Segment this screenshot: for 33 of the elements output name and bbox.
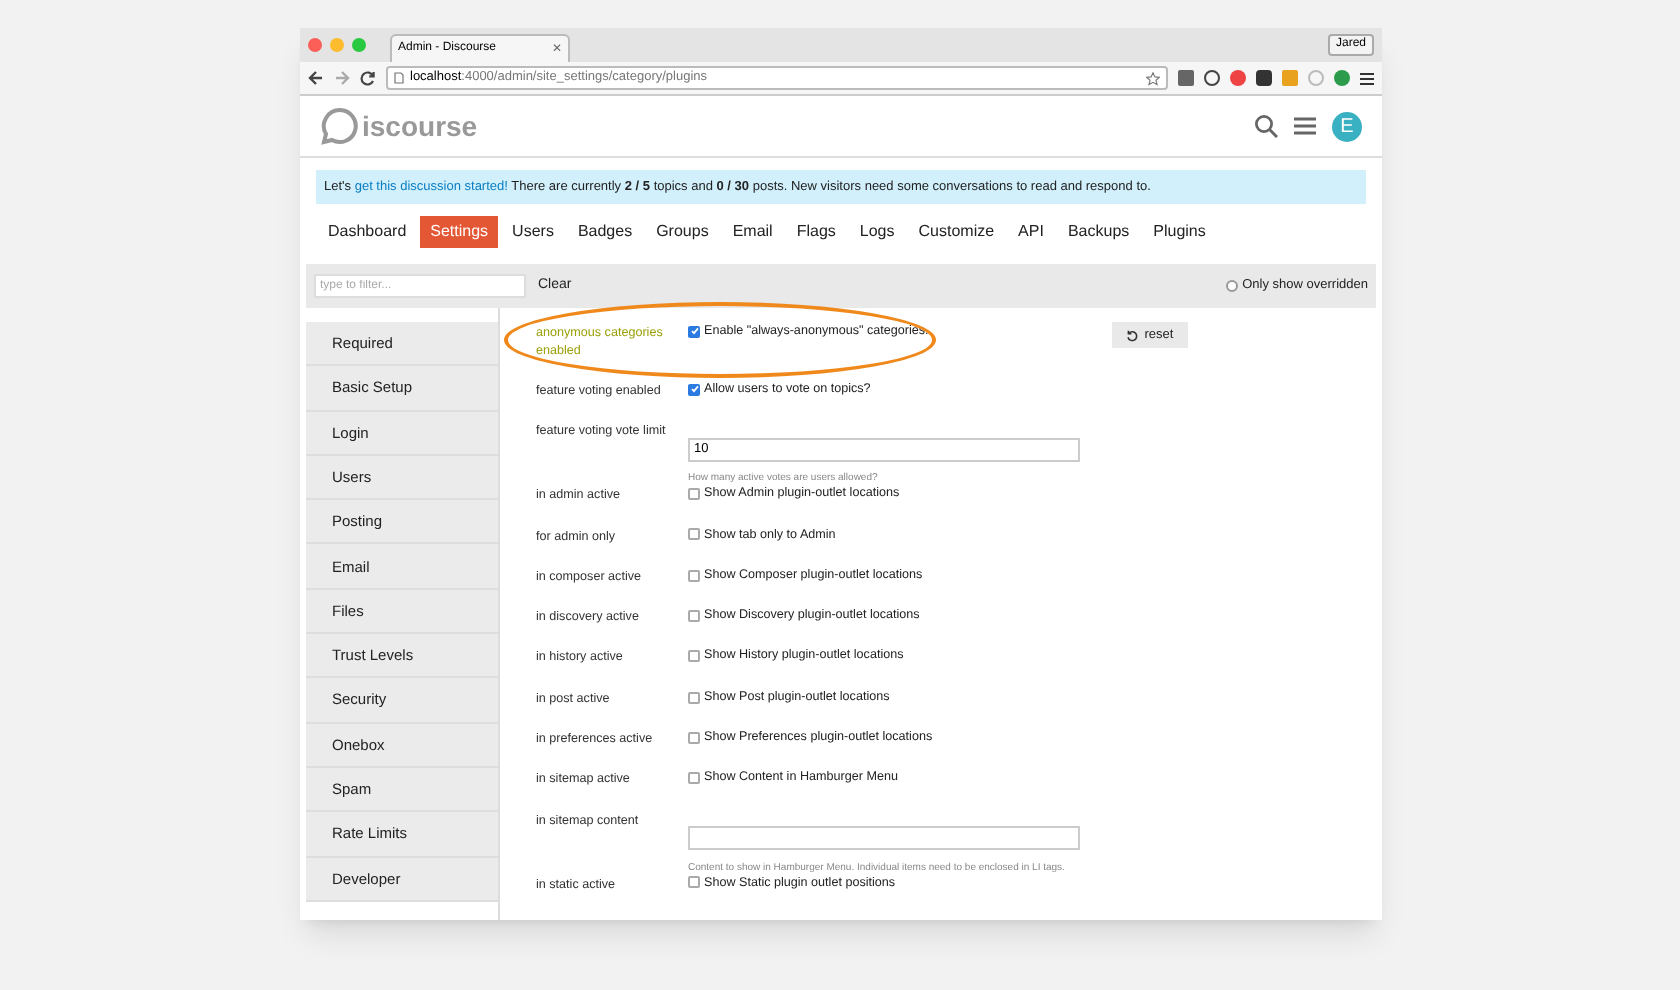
nav-tab[interactable]: Groups — [646, 216, 719, 248]
forward-icon[interactable] — [334, 70, 350, 86]
nav-tab[interactable]: Badges — [567, 216, 643, 248]
nav-tab[interactable]: Logs — [849, 216, 905, 248]
page-icon — [394, 72, 404, 84]
checkbox[interactable] — [688, 876, 700, 889]
nav-tab[interactable]: API — [1008, 216, 1054, 248]
checkbox[interactable] — [688, 731, 700, 744]
nav-tab[interactable]: Backups — [1057, 216, 1140, 248]
checkbox[interactable] — [688, 772, 700, 785]
search-icon[interactable] — [1254, 114, 1278, 138]
nav-tab[interactable]: Plugins — [1143, 216, 1216, 248]
nav-tab[interactable]: Customize — [908, 216, 1005, 248]
menu-icon[interactable] — [1360, 71, 1374, 85]
menu-icon[interactable] — [1294, 116, 1316, 136]
checkbox[interactable] — [688, 569, 700, 582]
checkbox[interactable] — [688, 609, 700, 622]
text-field[interactable] — [688, 826, 1080, 851]
checkbox[interactable] — [1226, 280, 1239, 292]
star-icon[interactable] — [1146, 71, 1160, 85]
back-icon[interactable] — [308, 70, 324, 86]
nav-tab[interactable]: Flags — [786, 216, 846, 248]
nav-tab[interactable]: Email — [722, 216, 783, 248]
checkbox[interactable] — [688, 528, 700, 541]
nav-tab[interactable]: Dashboard — [318, 216, 417, 248]
checkbox[interactable] — [688, 691, 700, 703]
nav-tab[interactable]: Users — [502, 216, 564, 248]
logo-icon[interactable] — [320, 106, 360, 146]
undo-icon — [1126, 329, 1139, 341]
reload-icon[interactable] — [360, 70, 376, 86]
nav-tab[interactable]: Settings — [420, 216, 499, 248]
checkbox[interactable] — [688, 488, 700, 501]
checkbox[interactable] — [688, 650, 700, 663]
